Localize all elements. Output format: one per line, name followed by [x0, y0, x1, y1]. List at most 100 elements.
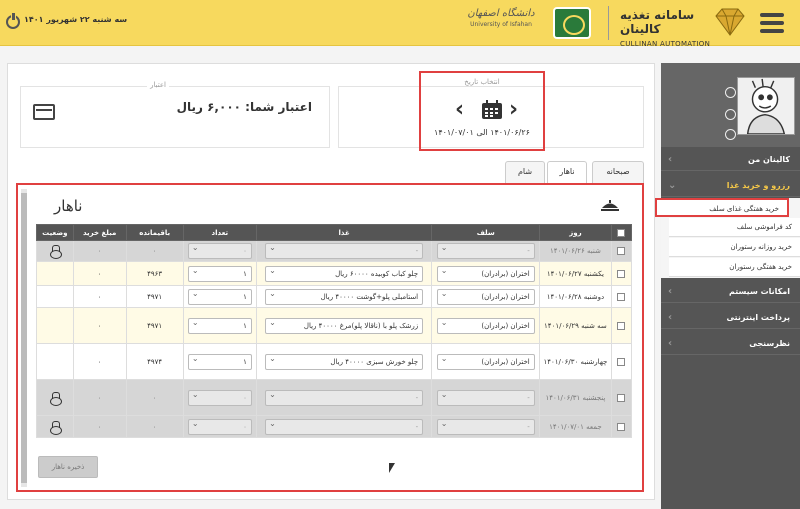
meal-title: ناهار	[54, 197, 83, 215]
sidebar-item-payment[interactable]: ‹ پرداخت اینترنتی	[661, 307, 800, 329]
calendar-icon[interactable]	[481, 100, 503, 120]
top-header: سه شنبه ۲۲ شهریور ۱۴۰۱ دانشگاه اصفهان Un…	[0, 0, 800, 48]
chevron-left-icon: ‹	[668, 154, 673, 165]
cell-day: سه شنبه ۱۴۰۱/۰۶/۲۹	[539, 307, 612, 344]
table-row: ۰ ۴۹۷۱ ۱ زرشک پلو با (ناقالا پلو)مرغ ۴۰۰…	[36, 307, 633, 344]
count-select[interactable]: ۰	[187, 389, 252, 406]
prev-week-button[interactable]: ‹	[455, 99, 464, 121]
chevron-left-icon: ‹	[668, 338, 673, 349]
credit-card: اعتبار اعتبار شما: ۶,۰۰۰ ریال	[20, 81, 330, 148]
university-name-fa: دانشگاه اصفهان	[467, 8, 535, 19]
col-status: وضعیت	[36, 224, 74, 241]
sidebar-item-weekly-restaurant[interactable]: خرید هفتگی رستوران	[669, 258, 800, 277]
meal-panel: ناهار وضعیت مبلغ خرید باقیمانده تعداد غذ…	[16, 183, 644, 492]
food-select[interactable]: زرشک پلو با (ناقالا پلو)مرغ ۴۰۰۰۰ ریال	[265, 317, 424, 334]
chevron-left-icon: ‹	[668, 312, 673, 323]
tab-breakfast[interactable]: صبحانه	[592, 161, 644, 183]
lock-icon	[49, 391, 62, 406]
menu-label: نظرسنجی	[749, 339, 790, 348]
tab-lunch[interactable]: ناهار	[547, 161, 587, 184]
save-lunch-button[interactable]: ذخیره ناهار	[38, 456, 98, 478]
cell-price: ۰	[72, 379, 127, 416]
lock-icon	[49, 245, 62, 259]
count-select[interactable]: ۰	[187, 243, 252, 259]
col-select[interactable]	[610, 224, 633, 241]
self-select[interactable]: -	[436, 389, 535, 406]
power-icon[interactable]	[6, 13, 20, 29]
sidebar-item-weekly-self[interactable]: خرید هفتگی غذای سلف	[655, 198, 789, 217]
chevron-left-icon: ‹	[668, 286, 673, 297]
meal-table: وضعیت مبلغ خرید باقیمانده تعداد غذا سلف …	[36, 224, 633, 438]
self-select[interactable]: اختران (برادران)	[436, 353, 535, 370]
table-row: ۰ ۰ ۰ - - جمعه ۱۴۰۱/۰۷/۰۱	[36, 415, 633, 438]
food-select[interactable]: چلو کباب کوبیده ۶۰۰۰۰ ریال	[265, 265, 424, 282]
cell-remain: ۴۹۷۱	[125, 307, 184, 344]
cell-day: چهارشنبه ۱۴۰۱/۰۶/۳۰	[539, 343, 612, 380]
sidebar-item-survey[interactable]: ‹ نظرسنجی	[661, 333, 800, 355]
food-select[interactable]: استامبلی پلو+گوشت ۴۰۰۰۰ ریال	[265, 288, 424, 305]
sidebar-item-system[interactable]: ‹ امکانات سیستم	[661, 281, 800, 303]
food-select[interactable]: چلو خورش سبزی ۴۰۰۰۰ ریال	[265, 353, 424, 370]
table-row: ۰ ۰ ۰ - - شنبه ۱۴۰۱/۰۶/۲۶	[36, 240, 633, 262]
sidebar-item-forgot-code[interactable]: کد فراموشی سلف	[669, 218, 800, 237]
count-select[interactable]: ۰	[187, 418, 252, 435]
self-select[interactable]: -	[436, 243, 535, 259]
food-select[interactable]: -	[265, 418, 424, 435]
row-checkbox[interactable]	[617, 422, 626, 431]
table-row: ۰ ۴۹۷۴ ۱ چلو خورش سبزی ۴۰۰۰۰ ریال اختران…	[36, 343, 633, 380]
cell-day: شنبه ۱۴۰۱/۰۶/۲۶	[539, 240, 612, 262]
date-picker: انتخاب تاریخ ‹ › ۱۴۰۱/۰۶/۲۶ الی ۱۴۰۱/۰۷/…	[419, 71, 545, 151]
food-select[interactable]: -	[265, 389, 424, 406]
col-price: مبلغ خرید	[72, 224, 127, 241]
scrollbar[interactable]	[21, 189, 27, 487]
row-checkbox[interactable]	[617, 269, 626, 278]
sidebar-item-my-cullinan[interactable]: ‹ کالینان من	[661, 149, 800, 171]
count-select[interactable]: ۱	[187, 288, 252, 305]
cell-remain: ۴۹۷۴	[125, 343, 184, 380]
row-checkbox[interactable]	[617, 393, 626, 402]
app-name-fa: سامانه تغذیه کالینان	[620, 8, 695, 36]
submenu-reserve: خرید هفتگی غذای سلف کد فراموشی سلف خرید …	[655, 198, 800, 278]
food-select[interactable]: -	[265, 243, 424, 259]
wallet-icon	[33, 104, 55, 120]
row-checkbox[interactable]	[617, 247, 626, 255]
select-all-checkbox[interactable]	[617, 228, 626, 237]
scrollbar-thumb[interactable]	[21, 193, 27, 483]
tab-dinner[interactable]: شام	[505, 161, 545, 183]
cell-price: ۰	[72, 240, 127, 262]
user-info-icon[interactable]	[725, 109, 736, 120]
count-select[interactable]: ۱	[187, 265, 252, 282]
menu-label: کالینان من	[748, 155, 790, 164]
app-name: سامانه تغذیه کالینان CULLINAN AUTOMATION	[620, 8, 724, 48]
col-self: سلف	[431, 224, 541, 241]
self-select[interactable]: -	[436, 418, 535, 435]
cell-day: پنجشنبه ۱۴۰۱/۰۶/۳۱	[539, 379, 612, 416]
menu-icon[interactable]	[760, 13, 784, 33]
menu-label: امکانات سیستم	[729, 287, 790, 296]
count-select[interactable]: ۱	[187, 317, 252, 334]
cell-remain: ۰	[125, 379, 184, 416]
university-logos: دانشگاه اصفهان University of Isfahan	[455, 4, 595, 42]
self-select[interactable]: اختران (برادران)	[436, 317, 535, 334]
sidebar-item-daily-restaurant[interactable]: خرید روزانه رستوران	[669, 238, 800, 257]
row-checkbox[interactable]	[617, 292, 626, 301]
self-select[interactable]: اختران (برادران)	[436, 288, 535, 305]
row-checkbox[interactable]	[617, 321, 626, 330]
table-header: وضعیت مبلغ خرید باقیمانده تعداد غذا سلف …	[36, 224, 633, 241]
header-divider	[608, 6, 609, 40]
col-count: تعداد	[182, 224, 258, 241]
table-row: ۰ ۰ ۰ - - پنجشنبه ۱۴۰۱/۰۶/۳۱	[36, 379, 633, 416]
cell-price: ۰	[72, 261, 127, 286]
sidebar-item-reserve-food[interactable]: ⌄ رزرو و خرید غذا	[661, 175, 800, 197]
col-remain: باقیمانده	[125, 224, 184, 241]
cell-remain: ۴۹۶۳	[125, 261, 184, 286]
row-checkbox[interactable]	[617, 357, 626, 366]
user-settings-icon[interactable]	[725, 87, 736, 98]
date-range: ۱۴۰۱/۰۶/۲۶ الی ۱۴۰۱/۰۷/۰۱	[434, 128, 530, 137]
self-select[interactable]: اختران (برادران)	[436, 265, 535, 282]
logout-user-icon[interactable]	[725, 129, 736, 140]
count-select[interactable]: ۱	[187, 353, 252, 370]
next-week-button[interactable]: ›	[509, 99, 518, 121]
cell-day: جمعه ۱۴۰۱/۰۷/۰۱	[539, 415, 612, 438]
avatar[interactable]	[737, 77, 795, 135]
